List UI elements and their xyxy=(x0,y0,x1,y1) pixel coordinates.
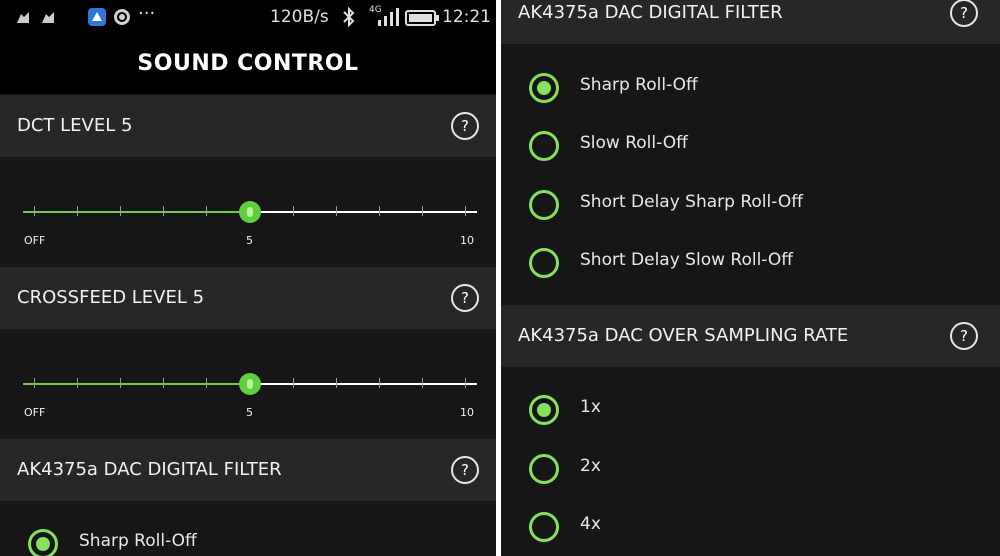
help-icon[interactable]: ? xyxy=(451,284,479,312)
slider-tick xyxy=(206,378,207,388)
slider-tick xyxy=(77,378,78,388)
radio-button[interactable] xyxy=(529,248,559,278)
help-icon[interactable]: ? xyxy=(950,0,978,27)
slider-thumb[interactable] xyxy=(239,373,261,395)
dct-level-header: DCT LEVEL 5 ? xyxy=(0,95,496,157)
radio-option-4x[interactable]: 4x xyxy=(529,512,729,552)
radio-option-label: Sharp Roll-Off xyxy=(79,531,197,551)
slider-tick xyxy=(77,206,78,216)
radio-option-label: 1x xyxy=(580,397,601,417)
radio-option-label: 2x xyxy=(580,456,601,476)
signal-icon xyxy=(378,8,399,26)
radio-option-slow-roll-off[interactable]: Slow Roll-Off xyxy=(529,131,929,171)
help-icon[interactable]: ? xyxy=(451,456,479,484)
status-bar: ··· 120B/s 4G 12:21 xyxy=(0,0,496,34)
more-icon: ··· xyxy=(138,3,156,24)
slider-tick xyxy=(379,378,380,388)
digital-filter-label: AK4375a DAC DIGITAL FILTER xyxy=(17,459,282,480)
radio-option-label: 4x xyxy=(580,514,601,534)
slider-tick xyxy=(379,206,380,216)
radio-option-label: Slow Roll-Off xyxy=(580,133,688,153)
radio-option-2x[interactable]: 2x xyxy=(529,454,729,494)
slider-mid-label: 5 xyxy=(246,234,253,247)
digital-filter-label: AK4375a DAC DIGITAL FILTER xyxy=(518,2,783,23)
slider-track-empty xyxy=(250,211,477,213)
slider-mid-label: 5 xyxy=(246,406,253,419)
radio-button[interactable] xyxy=(529,454,559,484)
slider-tick xyxy=(163,206,164,216)
slider-track-filled xyxy=(23,383,250,385)
radio-button[interactable] xyxy=(529,512,559,542)
digital-filter-header: AK4375a DAC DIGITAL FILTER ? xyxy=(0,439,496,501)
notification-icon xyxy=(17,12,29,23)
radio-option-short-delay-sharp-roll-off[interactable]: Short Delay Sharp Roll-Off xyxy=(529,190,929,230)
sync-icon xyxy=(114,9,130,25)
slider-tick xyxy=(293,378,294,388)
slider-tick xyxy=(120,378,121,388)
left-screen: ··· 120B/s 4G 12:21 SOUND CONTROL DCT LE… xyxy=(0,0,496,556)
radio-option-short-delay-slow-roll-off[interactable]: Short Delay Slow Roll-Off xyxy=(529,248,929,288)
radio-button[interactable] xyxy=(529,190,559,220)
slider-tick xyxy=(336,378,337,388)
oversampling-rate-header: AK4375a DAC OVER SAMPLING RATE ? xyxy=(501,305,1000,367)
slider-track-filled xyxy=(23,211,250,213)
help-icon[interactable]: ? xyxy=(451,112,479,140)
slider-tick xyxy=(34,378,35,388)
help-icon[interactable]: ? xyxy=(950,322,978,350)
radio-option-label: Short Delay Slow Roll-Off xyxy=(580,250,793,270)
radio-button-selected[interactable] xyxy=(529,395,559,425)
crossfeed-level-header: CROSSFEED LEVEL 5 ? xyxy=(0,267,496,329)
crossfeed-level-slider[interactable]: OFF 5 10 xyxy=(0,329,496,439)
radio-option-label: Short Delay Sharp Roll-Off xyxy=(580,192,803,212)
radio-button-selected[interactable] xyxy=(529,73,559,103)
slider-track-empty xyxy=(250,383,477,385)
radio-button[interactable] xyxy=(529,131,559,161)
slider-tick xyxy=(465,206,466,216)
slider-max-label: 10 xyxy=(460,406,474,419)
dct-level-slider[interactable]: OFF 5 10 xyxy=(0,157,496,267)
dct-level-label: DCT LEVEL 5 xyxy=(17,115,133,136)
slider-min-label: OFF xyxy=(24,234,46,247)
slider-max-label: 10 xyxy=(460,234,474,247)
notification-icon xyxy=(42,12,54,23)
radio-option-sharp-roll-off[interactable]: Sharp Roll-Off xyxy=(529,73,929,113)
clock: 12:21 xyxy=(442,7,491,27)
digital-filter-header: AK4375a DAC DIGITAL FILTER ? xyxy=(501,0,1000,44)
radio-button-selected[interactable] xyxy=(28,529,58,556)
slider-tick xyxy=(422,206,423,216)
slider-tick xyxy=(422,378,423,388)
battery-icon xyxy=(405,10,439,26)
page-title: SOUND CONTROL xyxy=(137,51,359,76)
slider-tick xyxy=(120,206,121,216)
slider-tick xyxy=(206,206,207,216)
slider-tick xyxy=(293,206,294,216)
app-bar: SOUND CONTROL xyxy=(0,34,496,94)
radio-option-sharp-roll-off[interactable]: Sharp Roll-Off xyxy=(28,529,328,556)
crossfeed-level-label: CROSSFEED LEVEL 5 xyxy=(17,287,205,308)
slider-tick xyxy=(34,206,35,216)
slider-thumb[interactable] xyxy=(239,201,261,223)
bluetooth-icon xyxy=(343,7,355,27)
slider-tick xyxy=(163,378,164,388)
radio-option-1x[interactable]: 1x xyxy=(529,395,729,435)
right-screen: AK4375a DAC DIGITAL FILTER ? Sharp Roll-… xyxy=(501,0,1000,556)
slider-tick xyxy=(465,378,466,388)
oversampling-rate-label: AK4375a DAC OVER SAMPLING RATE xyxy=(518,325,849,346)
slider-min-label: OFF xyxy=(24,406,46,419)
radio-option-label: Sharp Roll-Off xyxy=(580,75,698,95)
app-icon xyxy=(88,8,106,26)
slider-tick xyxy=(336,206,337,216)
network-speed: 120B/s xyxy=(270,7,329,27)
